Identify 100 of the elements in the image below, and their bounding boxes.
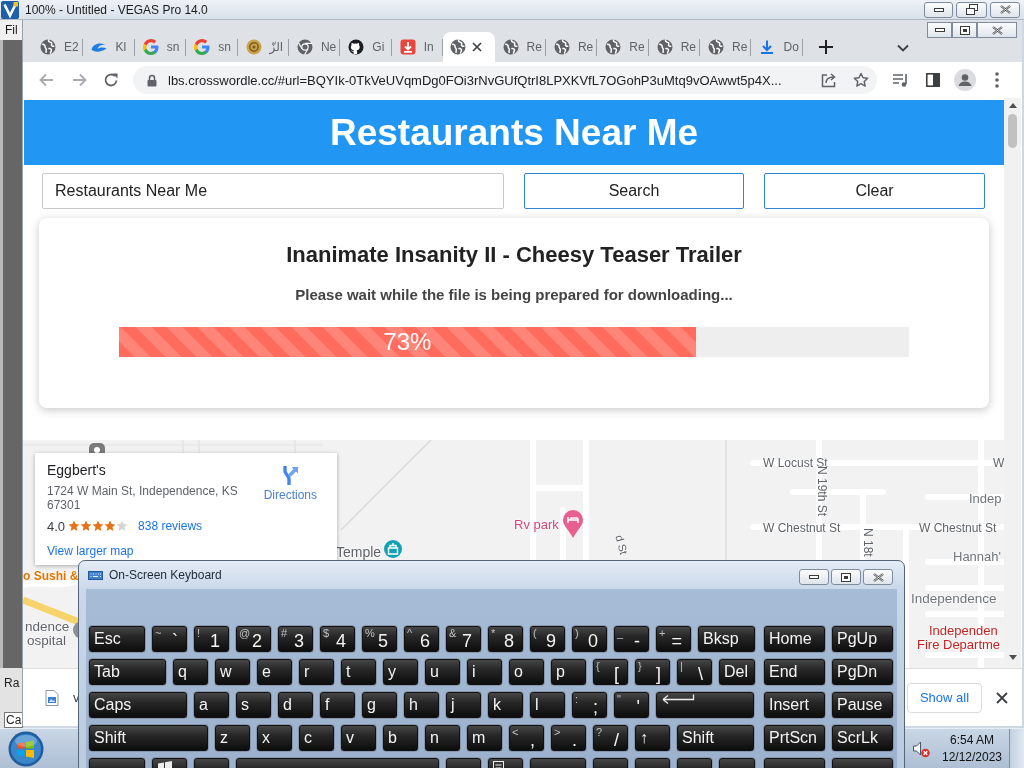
keyboard-key[interactable]: Caps — [88, 691, 188, 719]
close-button[interactable] — [863, 569, 893, 585]
keyboard-key[interactable]: % 5 — [361, 625, 398, 653]
minimize-button[interactable] — [924, 1, 953, 18]
larger-map-link[interactable]: View larger map — [47, 544, 134, 558]
keyboard-key[interactable]: n — [424, 724, 461, 752]
keyboard-key[interactable]: x — [256, 724, 293, 752]
keyboard-key[interactable]: ( 9 — [529, 625, 566, 653]
minimize-button[interactable] — [927, 22, 952, 38]
keyboard-key[interactable]: Shift — [676, 724, 755, 752]
browser-tab[interactable]: Kl — [83, 32, 135, 62]
speaker-icon[interactable] — [912, 739, 930, 758]
keyboard-key[interactable]: & 7 — [445, 625, 482, 653]
keyboard-key[interactable]: j — [445, 691, 482, 719]
close-button[interactable] — [977, 22, 1017, 38]
close-button[interactable] — [990, 1, 1020, 18]
keyboard-key[interactable]: * 8 — [487, 625, 524, 653]
keyboard-key[interactable]: t — [340, 658, 377, 686]
browser-tab[interactable]: In — [391, 32, 444, 62]
keyboard-key[interactable]: @2 — [235, 625, 272, 653]
keyboard-key[interactable]: o — [508, 658, 545, 686]
keyboard-key[interactable]: > . — [550, 724, 587, 752]
maximize-button[interactable] — [952, 22, 977, 38]
browser-tab[interactable]: Do — [751, 32, 803, 62]
keyboard-key[interactable]: f — [319, 691, 356, 719]
keyboard-key[interactable]: u — [424, 658, 461, 686]
keyboard-key[interactable]: Del — [718, 658, 756, 686]
keyboard-key[interactable]: Tab — [88, 658, 167, 686]
playlist-icon[interactable] — [893, 73, 909, 87]
browser-tab[interactable]: Re — [545, 32, 598, 62]
browser-tab[interactable] — [443, 32, 495, 62]
keyboard-key[interactable]: Pause — [831, 691, 894, 719]
keyboard-key[interactable]: i — [466, 658, 503, 686]
browser-tab[interactable]: sn — [186, 32, 238, 62]
keyboard-key[interactable]: b — [382, 724, 419, 752]
keyboard-key[interactable]: < , — [508, 724, 545, 752]
keyboard-key[interactable]: p — [550, 658, 587, 686]
keyboard-key[interactable]: End — [763, 658, 826, 686]
keyboard-key[interactable]: ~ ` — [151, 625, 188, 653]
maximize-button[interactable] — [831, 569, 861, 585]
keyboard-key[interactable]: PrtScn — [763, 724, 826, 752]
chevron-down-icon[interactable] — [897, 44, 909, 52]
up-arrow-icon[interactable] — [1008, 103, 1017, 108]
keyboard-key[interactable]: " ' — [613, 691, 650, 719]
keyboard-key[interactable]: _ - — [613, 625, 650, 653]
keyboard-key[interactable]: Home — [763, 625, 826, 653]
share-icon[interactable] — [821, 72, 837, 88]
keyboard-key[interactable]: ! 1 — [193, 625, 230, 653]
keyboard-key[interactable]: a — [193, 691, 230, 719]
keyboard-key[interactable]: PgUp — [831, 625, 894, 653]
avatar-icon[interactable] — [954, 69, 976, 91]
plus-icon[interactable] — [817, 39, 834, 55]
browser-tab[interactable]: Gi — [340, 32, 392, 62]
keyboard-key[interactable]: y — [382, 658, 419, 686]
show-desktop-button[interactable] — [1009, 728, 1024, 768]
scrollbar-thumb[interactable] — [1008, 114, 1017, 148]
browser-tab[interactable]: Re — [700, 32, 752, 62]
keyboard-key[interactable]: Insert — [763, 691, 826, 719]
show-all-button[interactable]: Show all — [907, 682, 982, 713]
keyboard-key[interactable]: PgDn — [831, 658, 894, 686]
keyboard-key[interactable]: ^ 6 — [403, 625, 440, 653]
keyboard-key[interactable]: # 3 — [277, 625, 314, 653]
keyboard-key[interactable]: v — [340, 724, 377, 752]
browser-tab[interactable]: Re — [494, 32, 546, 62]
keyboard-key[interactable]: ? / — [592, 724, 629, 752]
browser-tab[interactable]: Re — [597, 32, 649, 62]
down-arrow-icon[interactable] — [1008, 655, 1017, 660]
search-field[interactable]: Restaurants Near Me — [42, 173, 504, 209]
keyboard-key[interactable]: : ; — [571, 691, 608, 719]
side-panel-icon[interactable] — [926, 73, 940, 87]
keyboard-key[interactable]: m — [466, 724, 503, 752]
browser-tab[interactable]: E2 — [32, 32, 84, 62]
keyboard-key[interactable]: g — [361, 691, 398, 719]
keyboard-key[interactable]: | \ — [676, 658, 713, 686]
keyboard-key[interactable]: ScrLk — [831, 724, 894, 752]
clear-button[interactable]: Clear — [764, 173, 985, 209]
start-button[interactable] — [8, 730, 44, 767]
keyboard-key[interactable]: + = — [655, 625, 692, 653]
keyboard-key[interactable]: Esc — [88, 625, 146, 653]
keyboard-key[interactable]: s — [235, 691, 272, 719]
reviews-link[interactable]: 838 reviews — [138, 519, 203, 533]
keyboard-key[interactable]: c — [298, 724, 335, 752]
close-icon[interactable] — [472, 42, 483, 52]
keyboard-key[interactable]: Shift — [88, 724, 209, 752]
address-field[interactable]: lbs.crosswordle.cc/#url=BQYIk-0TkVeUVqmDg0FOi3rNvGUfQtrI8LPXKVfL7OGohP3uMtq9vOAwwt5p4X... — [133, 66, 877, 94]
close-icon[interactable] — [996, 691, 1008, 704]
keyboard-key[interactable]: h — [403, 691, 440, 719]
keyboard-key[interactable]: ↑ — [634, 724, 671, 752]
keyboard-key[interactable]: { [ — [592, 658, 629, 686]
directions-link[interactable]: Directions — [263, 465, 317, 502]
keyboard-key[interactable]: ) 0 — [571, 625, 608, 653]
keyboard-key[interactable]: q — [172, 658, 209, 686]
browser-tab[interactable]: الزّ — [237, 32, 289, 62]
keyboard-key[interactable]: z — [214, 724, 251, 752]
menu-item[interactable]: Fil — [5, 23, 18, 37]
keyboard-key[interactable]: d — [277, 691, 314, 719]
kebab-menu-icon[interactable] — [995, 72, 999, 88]
browser-tab[interactable]: Ne — [288, 32, 341, 62]
keyboard-key[interactable]: Bksp — [697, 625, 756, 653]
keyboard-key[interactable]: l — [529, 691, 566, 719]
